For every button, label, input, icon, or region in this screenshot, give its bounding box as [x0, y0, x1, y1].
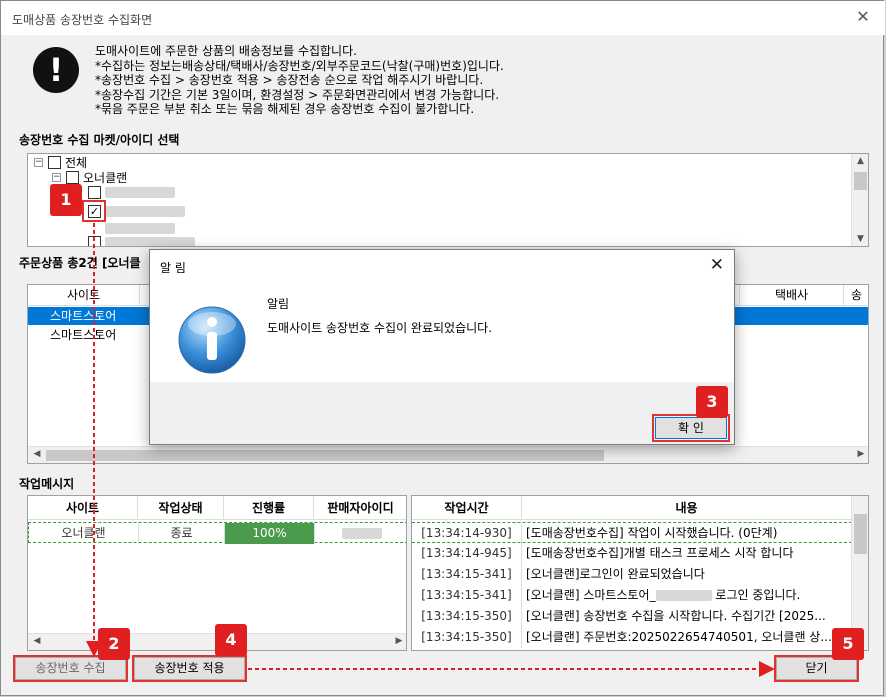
alert-dialog: 알 림 ✕ 알림 도매사이트 송장번호 수집이 완료되었습니다. 확 인 3 — [149, 249, 735, 445]
step-marker-4: 4 — [215, 624, 247, 656]
highlight-box — [652, 414, 730, 442]
step-marker-5: 5 — [832, 628, 864, 660]
dialog-title-bar: 알 림 ✕ — [150, 250, 734, 282]
step-marker-3: 3 — [696, 386, 728, 418]
step-marker-1: 1 — [50, 184, 82, 216]
dialog-heading: 알림 — [267, 297, 290, 311]
dialog-close-icon[interactable]: ✕ — [710, 255, 724, 275]
step-marker-2: 2 — [98, 628, 130, 660]
dialog-title: 알 림 — [160, 261, 186, 275]
info-icon — [178, 306, 246, 374]
dialog-message: 도매사이트 송장번호 수집이 완료되었습니다. — [267, 321, 493, 335]
